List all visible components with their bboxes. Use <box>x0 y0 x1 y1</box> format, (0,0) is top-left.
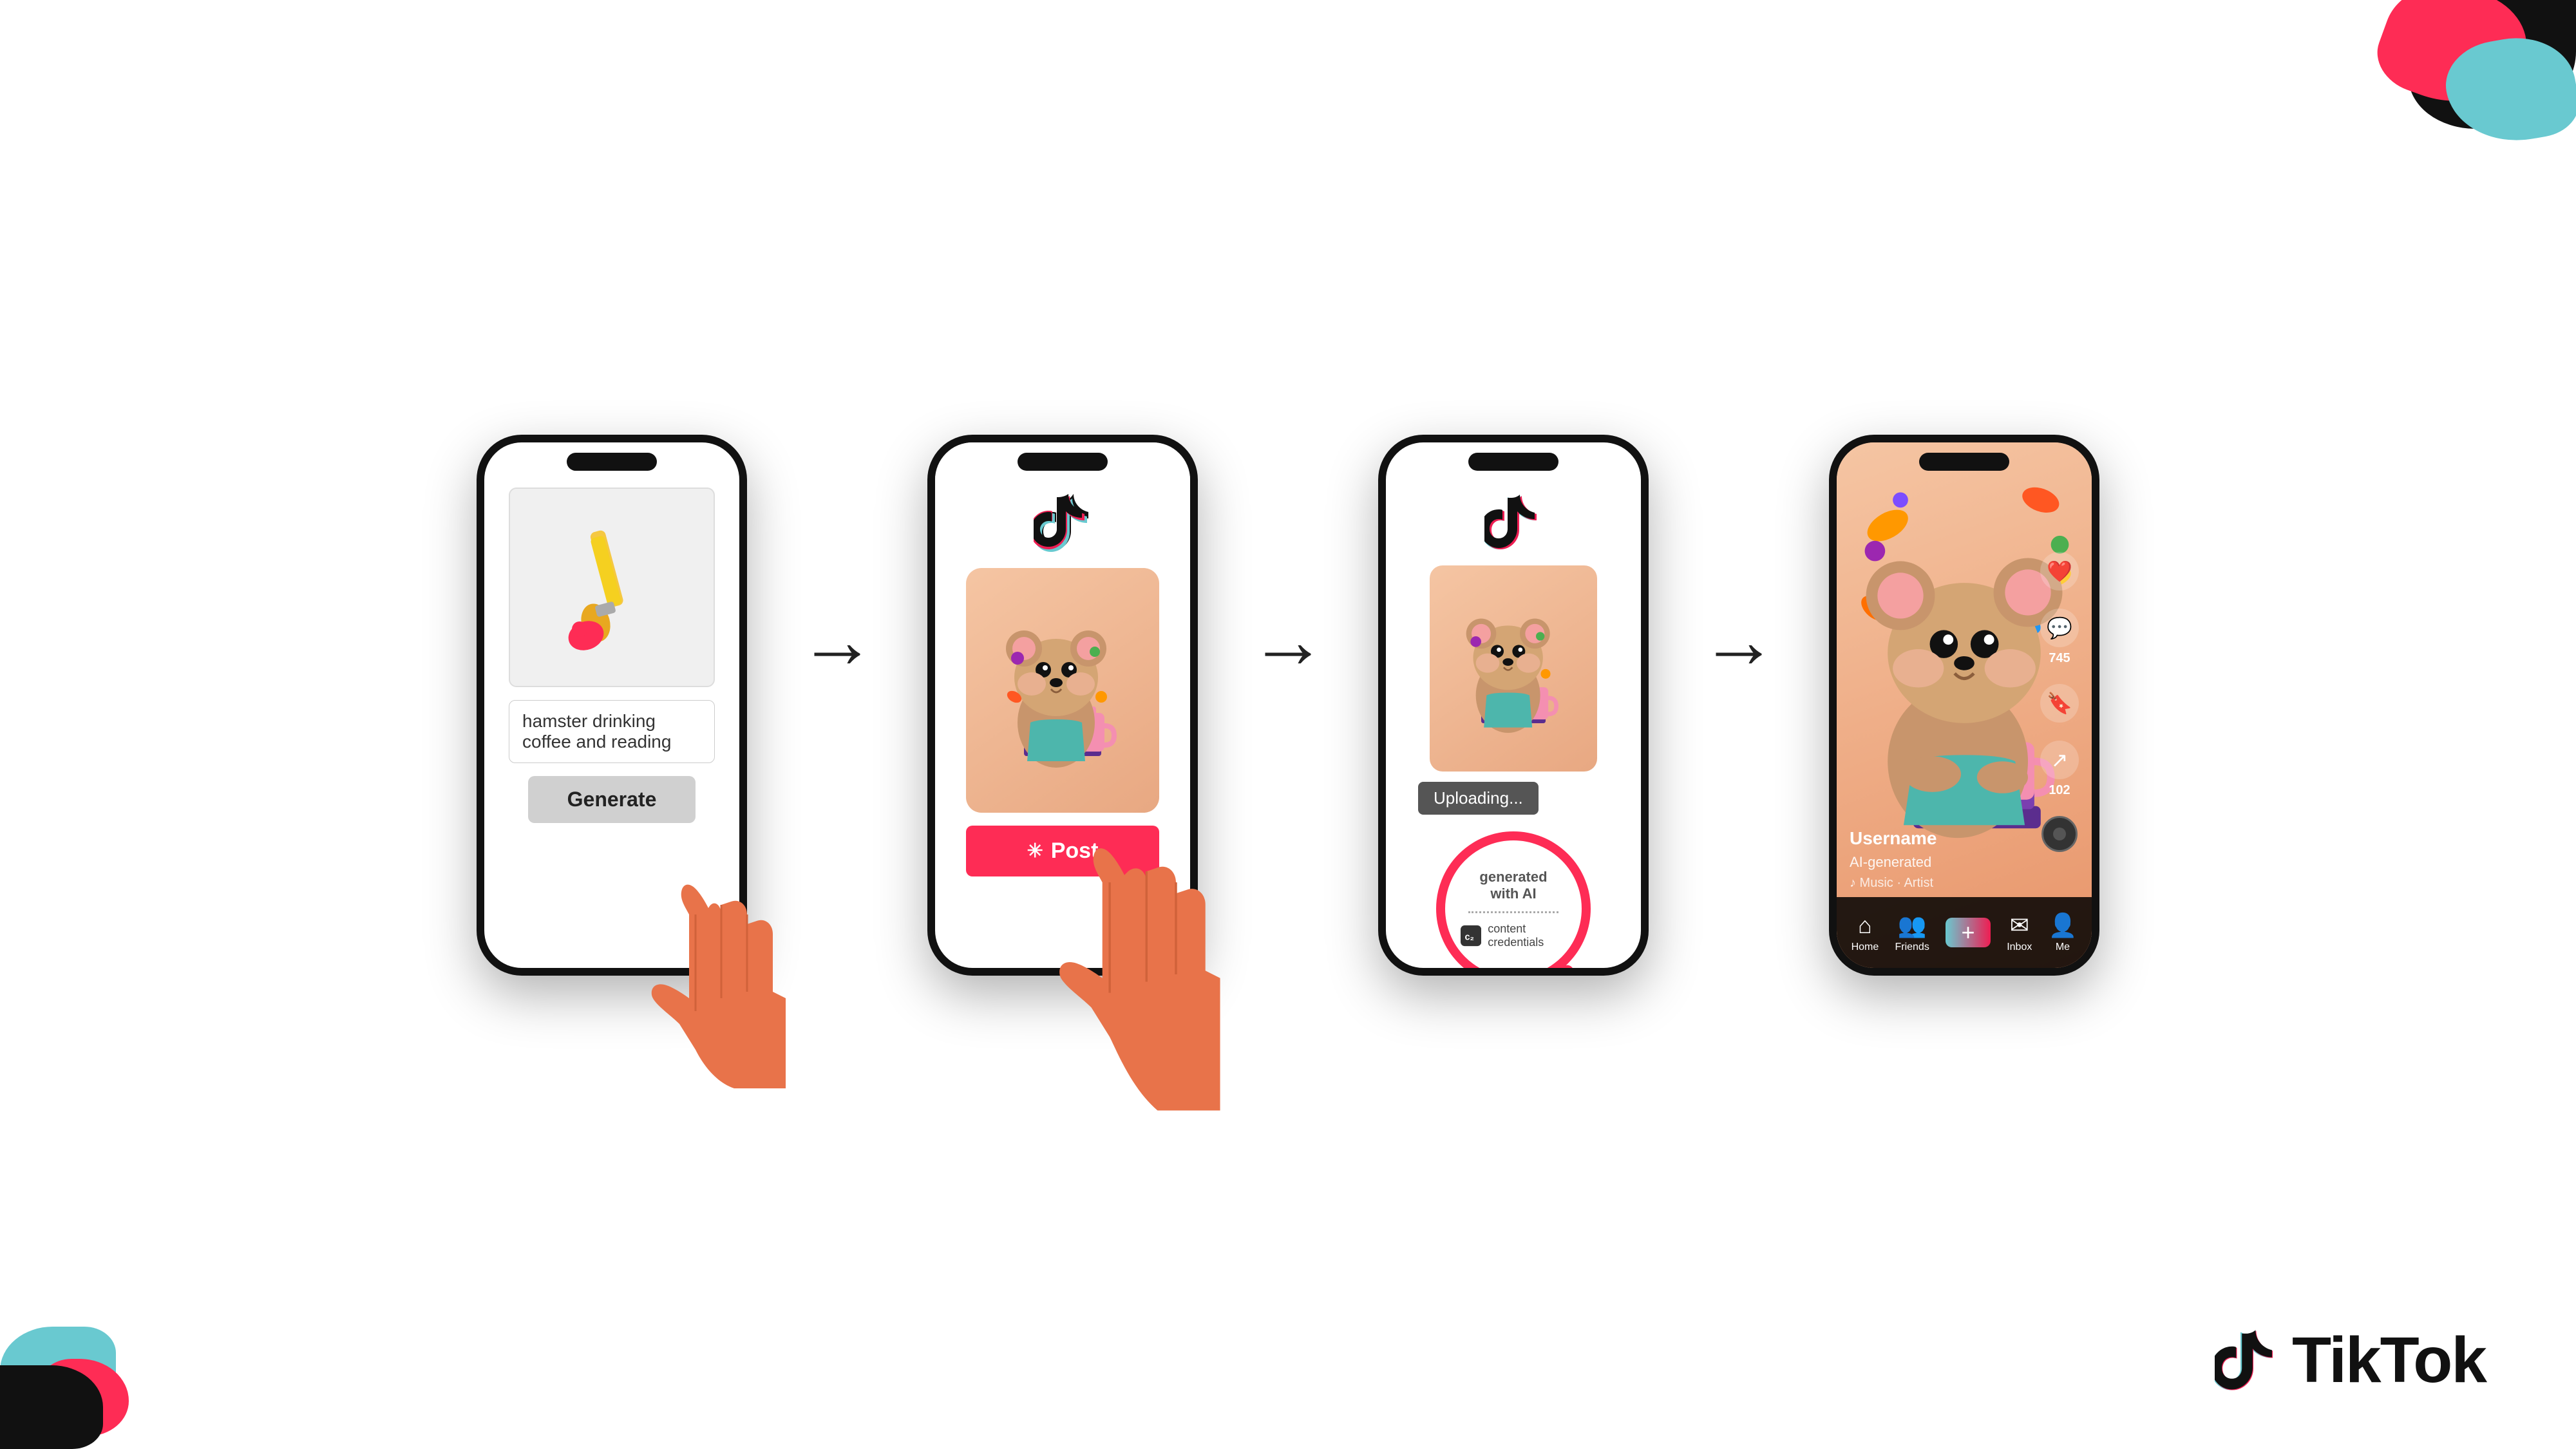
feed-sidebar-actions: ❤️ 💬 745 🔖 ↗ <box>2040 552 2079 852</box>
feed-username: Username <box>1850 828 1937 849</box>
share-count: 102 <box>2049 783 2070 798</box>
hand-icon-1 <box>618 869 799 1101</box>
feed-like-action[interactable]: ❤️ <box>2040 552 2079 591</box>
tiktok-post-screen: ✳ Post <box>935 442 1190 896</box>
nav-home[interactable]: ⌂ Home <box>1852 912 1879 953</box>
comment-count: 745 <box>2049 651 2070 666</box>
prompt-input[interactable]: hamster drinking coffee and reading <box>509 700 715 763</box>
nav-inbox[interactable]: ✉ Inbox <box>2007 912 2032 953</box>
share-icon: ↗ <box>2040 741 2079 779</box>
arrow-1: → <box>799 596 876 685</box>
nav-me[interactable]: 👤 Me <box>2049 912 2078 953</box>
phone-step-2: ✳ Post <box>927 435 1198 976</box>
nav-friends[interactable]: 👥 Friends <box>1895 912 1929 953</box>
friends-icon: 👥 <box>1898 912 1927 939</box>
svg-text:c₂: c₂ <box>1464 932 1474 942</box>
phone-step-1: hamster drinking coffee and reading Gene… <box>477 435 747 976</box>
feed-user-info: Username AI-generated ♪ Music · Artist <box>1850 828 1937 891</box>
arrow-2: → <box>1249 596 1327 685</box>
uploading-screen: Uploading... generated with AI <box>1386 442 1641 968</box>
ai-generated-text: generated with AI <box>1468 869 1558 913</box>
phone-frame-4: ❤️ 💬 745 🔖 ↗ <box>1829 435 2099 976</box>
record-disc <box>2041 816 2078 852</box>
hamster-image-card-3 <box>1430 565 1597 772</box>
hamster-illustration-2 <box>966 568 1159 813</box>
feed-bottom-nav: ⌂ Home 👥 Friends + ✉ Inbox <box>1837 897 2092 968</box>
magnifier-circle: generated with AI c₂ content cred <box>1436 831 1591 968</box>
arrow-3: → <box>1700 596 1777 685</box>
content-credentials-badge: c₂ content credentials <box>1461 922 1566 949</box>
inbox-icon: ✉ <box>2010 912 2029 939</box>
hand-pointing-post <box>1021 846 1227 1143</box>
credentials-label: content credentials <box>1488 922 1566 949</box>
bookmark-icon: 🔖 <box>2040 684 2079 723</box>
home-icon: ⌂ <box>1858 912 1872 939</box>
tiktok-brand-name: TikTok <box>2292 1323 2486 1397</box>
ai-canvas <box>509 488 715 687</box>
feed-music-label: ♪ Music · Artist <box>1850 876 1937 891</box>
tiktok-branding: TikTok <box>2215 1323 2486 1397</box>
phone-frame-3: Uploading... generated with AI <box>1378 435 1649 976</box>
comment-icon: 💬 <box>2040 609 2079 647</box>
nav-inbox-label: Inbox <box>2007 942 2032 953</box>
phone-step-4: ❤️ 💬 745 🔖 ↗ <box>1829 435 2099 976</box>
ai-generator-screen: hamster drinking coffee and reading Gene… <box>484 442 739 842</box>
feed-bookmark-action[interactable]: 🔖 <box>2040 684 2079 723</box>
phone-screen-3: Uploading... generated with AI <box>1386 442 1641 968</box>
heart-icon: ❤️ <box>2040 552 2079 591</box>
phones-row: hamster drinking coffee and reading Gene… <box>477 435 2099 976</box>
nav-friends-label: Friends <box>1895 942 1929 953</box>
tiktok-feed-screen: ❤️ 💬 745 🔖 ↗ <box>1837 442 2092 968</box>
feed-ai-label: AI-generated <box>1850 854 1937 871</box>
feed-comment-action[interactable]: 💬 745 <box>2040 609 2079 666</box>
paintbrush-icon <box>560 523 663 652</box>
tiktok-logo-3 <box>1484 494 1542 555</box>
content-credentials-icon: c₂ <box>1461 923 1481 949</box>
generate-button[interactable]: Generate <box>528 776 696 823</box>
hand-pointing-generate <box>618 869 799 1104</box>
record-disc-inner <box>2053 828 2066 840</box>
nav-me-label: Me <box>2056 942 2070 953</box>
nav-create-button[interactable]: + <box>1946 918 1991 947</box>
phone-step-3: Uploading... generated with AI <box>1378 435 1649 976</box>
tiktok-brand-logo <box>2215 1329 2279 1393</box>
magnifier-container: generated with AI c₂ content cred <box>1417 831 1610 968</box>
nav-home-label: Home <box>1852 942 1879 953</box>
hamster-image-card-2 <box>966 568 1159 813</box>
profile-icon: 👤 <box>2049 912 2078 939</box>
uploading-badge: Uploading... <box>1418 782 1539 815</box>
tiktok-logo-2 <box>1034 494 1092 555</box>
hand-icon-2 <box>1021 846 1227 1140</box>
feed-share-action[interactable]: ↗ 102 <box>2040 741 2079 798</box>
main-container: hamster drinking coffee and reading Gene… <box>0 0 2576 1449</box>
